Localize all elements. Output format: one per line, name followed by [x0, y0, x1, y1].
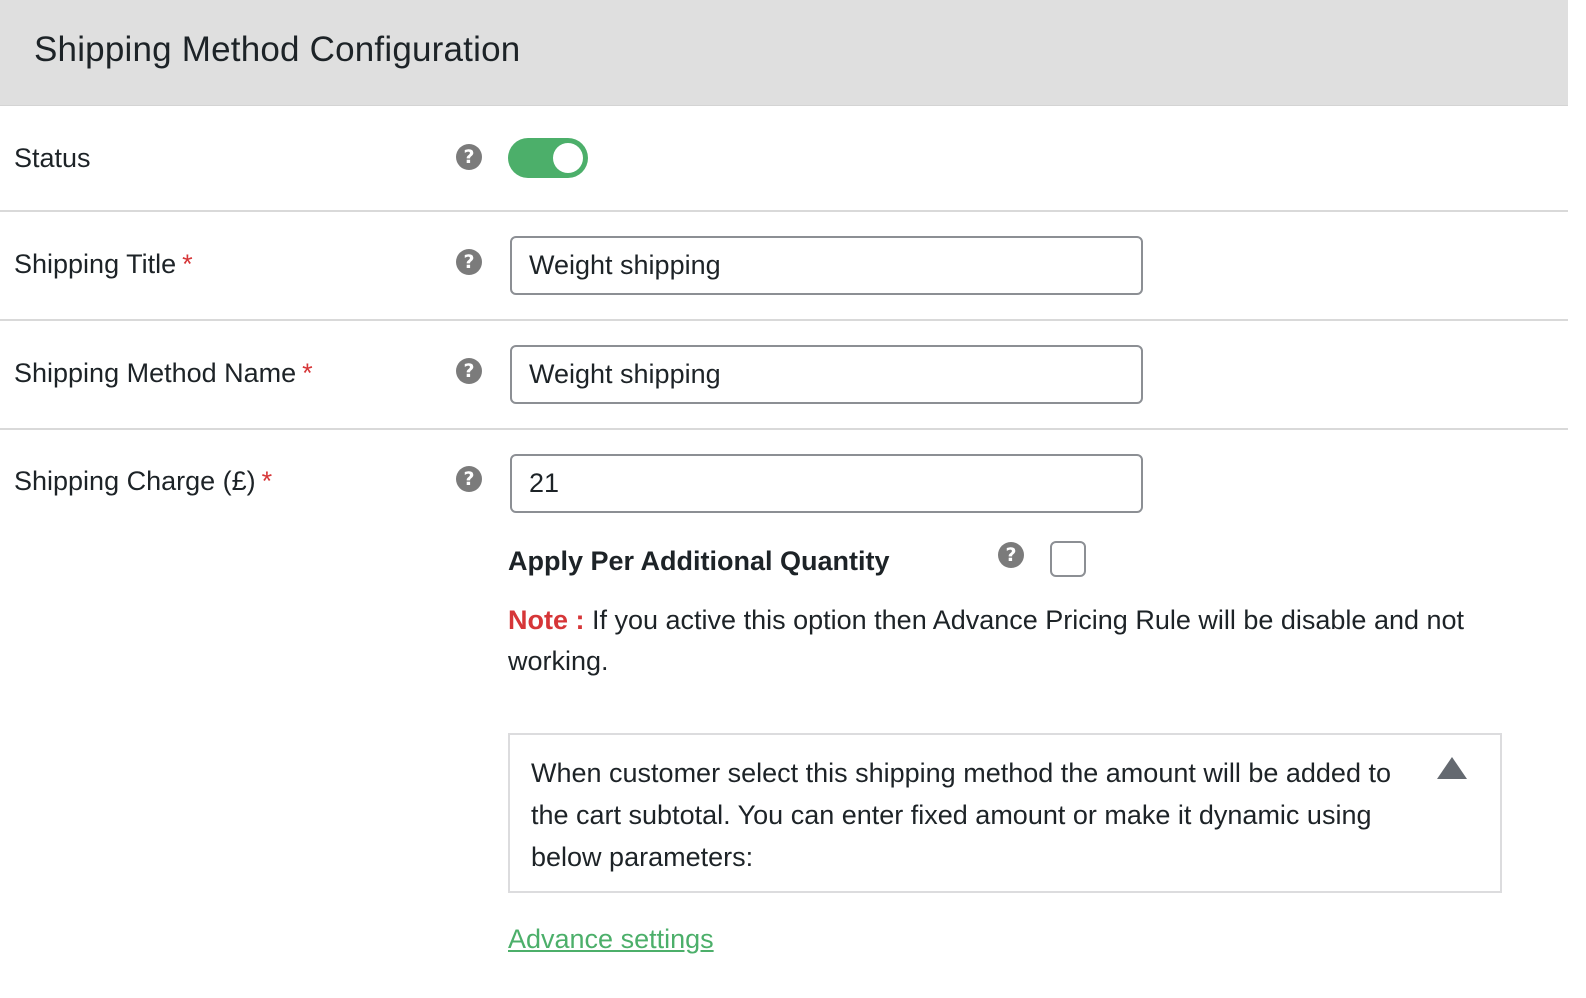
shipping-title-help-icon[interactable]: ?	[456, 249, 482, 275]
toggle-knob	[553, 143, 583, 173]
shipping-charge-input[interactable]	[510, 454, 1143, 513]
status-toggle[interactable]	[508, 138, 588, 178]
status-row: Status	[0, 106, 1568, 212]
method-name-label: Shipping Method Name *	[14, 358, 313, 388]
page-title: Shipping Method Configuration	[34, 30, 521, 69]
note-text: Note : If you active this option then Ad…	[508, 605, 1465, 676]
note-label: Note :	[508, 605, 585, 635]
shipping-charge-help-icon[interactable]: ?	[456, 466, 482, 492]
required-mark: *	[182, 249, 193, 279]
shipping-charge-label: Shipping Charge (£) *	[14, 466, 273, 496]
section-header: Shipping Method Configuration	[0, 0, 1568, 106]
apply-per-quantity-label: Apply Per Additional Quantity	[508, 546, 890, 576]
required-mark: *	[302, 358, 313, 388]
description-text: When customer select this shipping metho…	[531, 758, 1391, 872]
required-mark: *	[261, 466, 273, 496]
method-name-input[interactable]	[510, 345, 1143, 404]
apply-per-quantity-help-icon[interactable]: ?	[998, 542, 1024, 568]
shipping-title-input[interactable]	[510, 236, 1143, 295]
shipping-title-label: Shipping Title *	[14, 249, 193, 279]
status-help-icon[interactable]: ?	[456, 144, 482, 170]
advance-settings-link[interactable]: Advance settings	[508, 924, 714, 955]
method-name-help-icon[interactable]: ?	[456, 358, 482, 384]
status-label: Status	[14, 143, 91, 173]
description-box: When customer select this shipping metho…	[508, 733, 1502, 893]
apply-per-quantity-checkbox[interactable]	[1050, 541, 1086, 577]
collapse-triangle-icon[interactable]	[1437, 757, 1467, 779]
